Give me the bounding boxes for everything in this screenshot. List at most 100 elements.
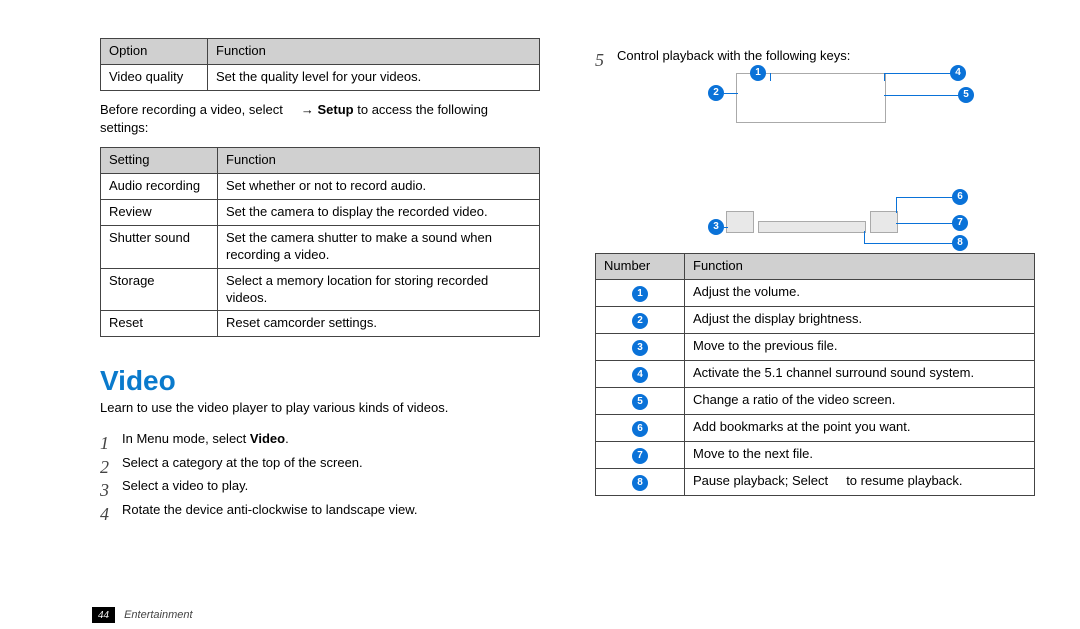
key-number-icon: 3 (632, 340, 648, 356)
section-heading-video: Video (100, 365, 540, 397)
option-header: Option (101, 39, 208, 65)
number-header: Number (596, 254, 685, 280)
setting-cell: Storage (101, 268, 218, 311)
callout-3-icon: 3 (708, 219, 724, 235)
step-text: In Menu mode, select Video. (122, 431, 289, 446)
key-number-icon: 6 (632, 421, 648, 437)
setting-cell: Audio recording (101, 174, 218, 200)
function-cell: Add bookmarks at the point you want. (685, 415, 1035, 442)
callout-5-icon: 5 (958, 87, 974, 103)
list-item: 1In Menu mode, select Video. (100, 427, 540, 450)
steps-list-right: 5 Control playback with the following ke… (595, 44, 1035, 67)
diagram-progress-box (758, 221, 866, 233)
table-row: Number Function (596, 254, 1035, 280)
setting-header: Setting (101, 148, 218, 174)
function-cell: Set the camera shutter to make a sound w… (218, 225, 540, 268)
setup-bold: Setup (318, 102, 354, 117)
page-number: 44 (92, 607, 115, 623)
connector-line (884, 95, 960, 96)
callout-6-icon: 6 (952, 189, 968, 205)
list-item: 2Select a category at the top of the scr… (100, 451, 540, 474)
settings-table: Setting Function Audio recordingSet whet… (100, 147, 540, 337)
page-footer: 44 Entertainment (92, 609, 193, 621)
table-row: 5 Change a ratio of the video screen. (596, 388, 1035, 415)
diagram-prev-box (726, 211, 754, 233)
table-row: 4 Activate the 5.1 channel surround sound… (596, 361, 1035, 388)
key-number-icon: 4 (632, 367, 648, 383)
page-root: Option Function Video quality Set the qu… (0, 0, 1080, 629)
connector-line (724, 93, 738, 94)
step-text: Rotate the device anti-clockwise to land… (122, 502, 418, 517)
connector-line (724, 227, 728, 228)
connector-line (896, 223, 954, 224)
step-text: Select a video to play. (122, 478, 248, 493)
function-cell: Set the camera to display the recorded v… (218, 199, 540, 225)
step-text: Control playback with the following keys… (617, 48, 850, 63)
key-number-icon: 1 (632, 286, 648, 302)
number-cell: 1 (596, 280, 685, 307)
step-number: 4 (100, 498, 109, 530)
function-cell: Activate the 5.1 channel surround sound … (685, 361, 1035, 388)
table-row: Option Function (101, 39, 540, 65)
setting-cell: Review (101, 199, 218, 225)
function-header: Function (685, 254, 1035, 280)
table-row: Shutter soundSet the camera shutter to m… (101, 225, 540, 268)
key-number-icon: 7 (632, 448, 648, 464)
number-cell: 3 (596, 334, 685, 361)
function-cell: Set the quality level for your videos. (208, 64, 540, 90)
step-text: Select a category at the top of the scre… (122, 455, 363, 470)
number-cell: 4 (596, 361, 685, 388)
function-cell: Move to the previous file. (685, 334, 1035, 361)
setting-cell: Shutter sound (101, 225, 218, 268)
table-row: Audio recordingSet whether or not to rec… (101, 174, 540, 200)
table-row: Setting Function (101, 148, 540, 174)
callout-8-icon: 8 (952, 235, 968, 251)
number-cell: 7 (596, 442, 685, 469)
function-cell: Move to the next file. (685, 442, 1035, 469)
option-table: Option Function Video quality Set the qu… (100, 38, 540, 91)
table-row: StorageSelect a memory location for stor… (101, 268, 540, 311)
callout-4-icon: 4 (950, 65, 966, 81)
table-row: 8Pause playback; Select to resume playba… (596, 469, 1035, 496)
connector-line (864, 231, 865, 243)
playback-keys-table: Number Function 1 Adjust the volume. 2 Adju… (595, 253, 1035, 496)
diagram-next-box (870, 211, 898, 233)
section-intro: Learn to use the video player to play va… (100, 399, 540, 417)
callout-7-icon: 7 (952, 215, 968, 231)
playback-diagram: 1 2 3 4 5 6 7 8 (650, 73, 980, 243)
connector-line (884, 73, 885, 81)
function-header: Function (208, 39, 540, 65)
number-cell: 5 (596, 388, 685, 415)
table-row: 1 Adjust the volume. (596, 280, 1035, 307)
function-cell: Adjust the display brightness. (685, 307, 1035, 334)
callout-2-icon: 2 (708, 85, 724, 101)
option-cell: Video quality (101, 64, 208, 90)
connector-line (896, 197, 954, 198)
right-column: 5 Control playback with the following ke… (595, 38, 1035, 496)
key-number-icon: 5 (632, 394, 648, 410)
table-row: 7 Move to the next file. (596, 442, 1035, 469)
table-row: 6 Add bookmarks at the point you want. (596, 415, 1035, 442)
presettings-para: Before recording a video, select → Setup… (100, 101, 540, 137)
function-cell: Set whether or not to record audio. (218, 174, 540, 200)
list-item: 4Rotate the device anti-clockwise to lan… (100, 498, 540, 521)
steps-list-left: 1In Menu mode, select Video.2Select a ca… (100, 427, 540, 521)
connector-line (864, 243, 954, 244)
key-number-icon: 2 (632, 313, 648, 329)
function-cell: Adjust the volume. (685, 280, 1035, 307)
list-item: 5 Control playback with the following ke… (595, 44, 1035, 67)
function-header: Function (218, 148, 540, 174)
table-row: 3 Move to the previous file. (596, 334, 1035, 361)
setting-cell: Reset (101, 311, 218, 337)
connector-line (770, 73, 771, 81)
table-row: 2 Adjust the display brightness. (596, 307, 1035, 334)
table-row: ReviewSet the camera to display the reco… (101, 199, 540, 225)
number-cell: 2 (596, 307, 685, 334)
number-cell: 8 (596, 469, 685, 496)
chapter-name: Entertainment (124, 609, 192, 621)
connector-line (884, 73, 952, 74)
table-row: ResetReset camcorder settings. (101, 311, 540, 337)
table-row: Video quality Set the quality level for … (101, 64, 540, 90)
list-item: 3Select a video to play. (100, 474, 540, 497)
function-cell: Change a ratio of the video screen. (685, 388, 1035, 415)
